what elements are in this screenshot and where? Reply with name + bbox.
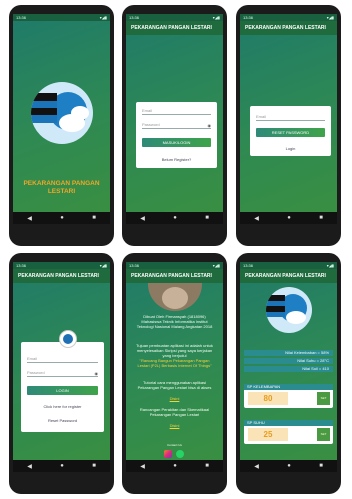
humidity-value: Nilai Kelembaban = 58% [244,350,333,356]
login-screen: 13:36 ▾◢▮ PEKARANGAN PANGAN LESTARI Email… [126,14,223,224]
phone-login-2: 13:36 ▾◢▮ PEKARANGAN PANGAN LESTARI Email… [9,253,114,494]
app-bar-title: PEKARANGAN PANGAN LESTARI [13,269,110,283]
humidity-setpoint-value[interactable]: 80 [248,392,288,405]
eye-icon[interactable]: ◉ [95,371,99,376]
status-bar: 13:36 ▾◢▮ [240,14,337,21]
login2-screen: 13:36 ▾◢▮ PEKARANGAN PANGAN LESTARI Email… [13,262,110,472]
app-logo [266,287,312,333]
back-icon[interactable]: ◀ [27,463,32,470]
home-icon[interactable]: ● [60,463,64,469]
status-bar: 13:36 ▾◢▮ [13,262,110,269]
author-photo [148,283,202,311]
back-icon[interactable]: ◀ [254,215,259,222]
nav-bar: ◀ ● ■ [13,460,110,472]
about-author: Dibuat Oleh Firmansyah (1818096) Mahasis… [136,314,213,329]
email-field[interactable]: Email [27,354,98,363]
password-field[interactable]: Password [27,368,98,377]
status-bar: 13:36 ▾◢▮ [240,262,337,269]
humidity-setpoint-card: SP KELEMBAPAN 80 SET [244,384,333,408]
phone-dashboard: 13:36 ▾◢▮ PEKARANGAN PANGAN LESTARI Nilai… [236,253,341,494]
back-icon[interactable]: ◀ [27,215,32,222]
phone-about: 13:36 ▾◢▮ PEKARANGAN PANGAN LESTARI Dibua… [122,253,227,494]
dashboard-screen: 13:36 ▾◢▮ PEKARANGAN PANGAN LESTARI Nilai… [240,262,337,472]
reset-password-link[interactable]: Reset Password [21,418,104,423]
about-thesis-title: "Rancang Bangun Pekarangan Pangan Lestar… [137,358,212,368]
phone-login: 13:36 ▾◢▮ PEKARANGAN PANGAN LESTARI Email… [122,5,227,246]
reset-password-button[interactable]: RESET PASSWORD [256,128,325,137]
register-link[interactable]: Click here for register [21,404,104,409]
about-screen: 13:36 ▾◢▮ PEKARANGAN PANGAN LESTARI Dibua… [126,262,223,472]
nav-bar: ◀ ● ■ [126,460,223,472]
about-schematic: Rancangan Perakitan dan Skematikaal Peka… [139,407,210,417]
phone-reset: 13:36 ▾◢▮ PEKARANGAN PANGAN LESTARI Email… [236,5,341,246]
humidity-setpoint-title: SP KELEMBAPAN [244,384,333,390]
status-icons: ▾◢▮ [99,15,107,20]
status-bar: 13:36 ▾◢▮ [13,14,110,21]
email-field[interactable]: Email [256,112,325,121]
app-bar-title: PEKARANGAN PANGAN LESTARI [126,269,223,283]
home-icon[interactable]: ● [287,463,291,469]
reset-screen: 13:36 ▾◢▮ PEKARANGAN PANGAN LESTARI Email… [240,14,337,224]
recent-icon[interactable]: ■ [92,463,96,469]
app-bar-title: PEKARANGAN PANGAN LESTARI [126,21,223,35]
app-bar-title: PEKARANGAN PANGAN LESTARI [240,269,337,283]
splash-screen: 13:36 ▾◢▮ PEKARANGAN PANGAN LESTARI ◀ ● ■ [13,14,110,224]
login-card: Email Password ◉ MASUK/LOGIN Belum Regis… [136,102,217,168]
password-field[interactable]: Password [142,120,211,129]
splash-title-line2: LESTARI [47,188,76,195]
back-icon[interactable]: ◀ [140,215,145,222]
recent-icon[interactable]: ■ [205,463,209,469]
recent-icon[interactable]: ■ [205,215,209,221]
nav-bar: ◀ ● ■ [126,212,223,224]
app-logo [31,82,93,144]
temperature-set-button[interactable]: SET [317,428,330,441]
temperature-setpoint-title: SP SUHU [244,420,333,426]
nav-bar: ◀ ● ■ [13,212,110,224]
nav-bar: ◀ ● ■ [240,460,337,472]
whatsapp-icon[interactable] [176,450,184,458]
temperature-value: Nilai Suhu = 28°C [244,358,333,364]
recent-icon[interactable]: ■ [319,215,323,221]
home-icon[interactable]: ● [173,215,177,221]
phone-splash: 13:36 ▾◢▮ PEKARANGAN PANGAN LESTARI ◀ ● ■ [9,5,114,246]
contact-label: Contact Us [167,443,182,447]
temperature-setpoint-card: SP SUHU 25 SET [244,420,333,444]
soil-value: Nilai Soil = 410 [244,366,333,372]
tutorial-link[interactable]: Disini [134,396,215,401]
eye-icon[interactable]: ◉ [208,123,212,128]
recent-icon[interactable]: ■ [92,215,96,221]
register-link[interactable]: Belum Register? [136,157,217,162]
app-bar-title: PEKARANGAN PANGAN LESTARI [240,21,337,35]
nav-bar: ◀ ● ■ [240,212,337,224]
login-link[interactable]: Login [250,146,331,151]
about-purpose: Tujuan pembuatan aplikasi ini adalah unt… [136,343,213,358]
temperature-setpoint-value[interactable]: 25 [248,428,288,441]
schematic-link[interactable]: Disini [134,423,215,428]
status-bar: 13:36 ▾◢▮ [126,262,223,269]
home-icon[interactable]: ● [173,463,177,469]
status-time: 13:36 [16,15,27,20]
login-button[interactable]: MASUK/LOGIN [142,138,211,147]
humidity-set-button[interactable]: SET [317,392,330,405]
splash-title-line1: PEKARANGAN PANGAN [23,180,100,187]
status-bar: 13:36 ▾◢▮ [126,14,223,21]
splash-title: PEKARANGAN PANGAN LESTARI [13,180,110,196]
recent-icon[interactable]: ■ [319,463,323,469]
reset-card: Email RESET PASSWORD Login [250,106,331,156]
avatar [59,330,77,348]
login-button[interactable]: LOGIN [27,386,98,395]
login2-card: Email Password ◉ LOGIN Click here for re… [21,330,104,432]
home-icon[interactable]: ● [60,215,64,221]
about-tutorial: Tutorial cara menggunakan aplikasi Pekar… [137,380,212,390]
email-field[interactable]: Email [142,106,211,115]
instagram-icon[interactable] [164,450,172,458]
back-icon[interactable]: ◀ [254,463,259,470]
home-icon[interactable]: ● [287,215,291,221]
back-icon[interactable]: ◀ [140,463,145,470]
